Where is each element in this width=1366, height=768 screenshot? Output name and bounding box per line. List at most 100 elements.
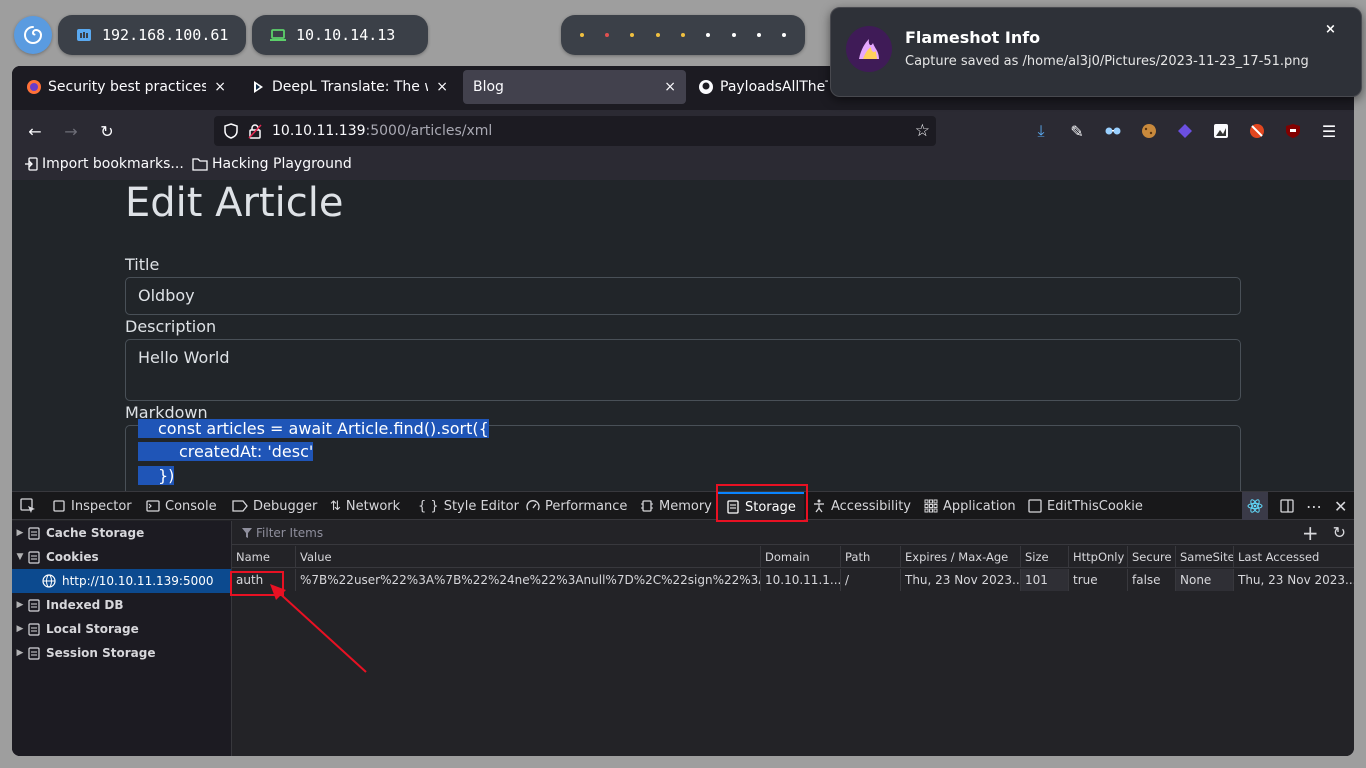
sidebar-item-cache-storage[interactable]: ▶ Cache Storage: [12, 521, 231, 545]
refresh-icon[interactable]: ↻: [1333, 523, 1346, 542]
workspace-dot[interactable]: [604, 33, 609, 37]
workspace-dot[interactable]: [630, 33, 635, 37]
more-options-icon[interactable]: ⋯: [1306, 492, 1322, 520]
forward-arrow-icon[interactable]: →: [60, 120, 82, 142]
vpn-ip-text: 10.10.14.13: [296, 26, 396, 44]
cell-secure[interactable]: false: [1128, 569, 1176, 591]
tab-blog[interactable]: Blog ×: [463, 70, 686, 104]
column-header[interactable]: Domain: [761, 546, 841, 568]
shield-icon[interactable]: [224, 123, 238, 139]
workspace-switcher[interactable]: [561, 15, 805, 55]
network-icon: [76, 28, 92, 42]
description-textarea[interactable]: Hello World: [125, 339, 1241, 401]
column-header[interactable]: Last Accessed: [1234, 546, 1354, 568]
back-arrow-icon[interactable]: ←: [24, 120, 46, 142]
storage-tab-highlight: [716, 484, 808, 522]
workspace-dot[interactable]: [731, 33, 736, 37]
tab-payloads[interactable]: PayloadsAllTheTh: [688, 70, 838, 104]
debugger-icon: [232, 500, 248, 512]
sidebar-item-local-storage[interactable]: ▶ Local Storage: [12, 617, 231, 641]
filter-icon: [242, 527, 252, 538]
tab-application[interactable]: Application: [924, 492, 1016, 520]
cell-path[interactable]: /: [841, 569, 901, 591]
cell-size[interactable]: 101: [1021, 569, 1069, 591]
workspace-dot[interactable]: [579, 33, 584, 37]
flameshot-notification[interactable]: Flameshot Info Capture saved as /home/al…: [830, 7, 1362, 97]
add-item-icon[interactable]: +: [1302, 521, 1319, 545]
tab-console[interactable]: Console: [146, 492, 217, 520]
extensions-icon[interactable]: ✎: [1066, 120, 1088, 142]
close-tab-icon[interactable]: ×: [214, 79, 226, 95]
column-header[interactable]: Value: [296, 546, 761, 568]
cell-expires[interactable]: Thu, 23 Nov 2023...: [901, 569, 1021, 591]
devtools-panel: Inspector Console Debugger ⇅ Network { } S…: [12, 484, 1354, 756]
dock-side-icon[interactable]: [1280, 492, 1294, 520]
extension-shield-icon[interactable]: [1246, 120, 1268, 142]
workspace-dot[interactable]: [680, 33, 685, 37]
sidebar-item-origin[interactable]: http://10.10.11.139:5000: [12, 569, 231, 593]
page-content: Edit Article Title Oldboy Description He…: [12, 180, 1354, 491]
element-picker-icon[interactable]: [20, 492, 36, 520]
tab-memory[interactable]: Memory: [640, 492, 712, 520]
column-header[interactable]: SameSite: [1176, 546, 1234, 568]
cell-domain[interactable]: 10.10.11.1...: [761, 569, 841, 591]
sidebar-item-indexed-db[interactable]: ▶ Indexed DB: [12, 593, 231, 617]
tab-editthiscookie[interactable]: EditThisCookie: [1028, 492, 1143, 520]
globe-icon: [42, 574, 56, 588]
markdown-line: }): [138, 466, 175, 485]
notification-title: Flameshot Info: [905, 28, 1041, 47]
extension-hexagon-icon[interactable]: [1174, 120, 1196, 142]
local-ip-pill[interactable]: 192.168.100.61: [58, 15, 246, 55]
tab-performance[interactable]: Performance: [526, 492, 627, 520]
tab-security-best-practices[interactable]: Security best practices | ×: [16, 70, 236, 104]
tab-network[interactable]: ⇅ Network: [330, 492, 400, 520]
sidebar-item-cookies[interactable]: ▼ Cookies: [12, 545, 231, 569]
workspace-dot[interactable]: [782, 33, 787, 37]
downloads-icon[interactable]: ⤓: [1030, 120, 1052, 142]
workspace-dot[interactable]: [706, 33, 711, 37]
react-icon[interactable]: [1242, 492, 1268, 520]
hamburger-menu-icon[interactable]: ☰: [1318, 120, 1340, 142]
bookmark-folder-hacking[interactable]: Hacking Playground: [192, 156, 352, 172]
column-header[interactable]: Secure: [1128, 546, 1176, 568]
tab-inspector[interactable]: Inspector: [52, 492, 132, 520]
column-header[interactable]: Path: [841, 546, 901, 568]
extension-image-icon[interactable]: [1210, 120, 1232, 142]
column-header[interactable]: HttpOnly: [1069, 546, 1128, 568]
system-menu-button[interactable]: [14, 16, 52, 54]
bookmark-import[interactable]: Import bookmarks...: [24, 156, 184, 172]
reload-icon[interactable]: ↻: [96, 120, 118, 142]
url-host: 10.10.11.139: [272, 123, 366, 139]
cell-last-accessed[interactable]: Thu, 23 Nov 2023...: [1234, 569, 1354, 591]
description-label: Description: [125, 317, 217, 336]
extension-glasses-icon[interactable]: [1102, 120, 1124, 142]
storage-sidebar: ▶ Cache Storage ▼ Cookies http://10.10.11.…: [12, 521, 232, 756]
vpn-ip-pill[interactable]: 10.10.14.13: [252, 15, 428, 55]
column-header[interactable]: Size: [1021, 546, 1069, 568]
url-bar[interactable]: 10.10.11.139:5000/articles/xml ☆: [214, 116, 936, 146]
close-icon[interactable]: ×: [1325, 22, 1336, 37]
tab-accessibility[interactable]: Accessibility: [812, 492, 911, 520]
column-header[interactable]: Expires / Max-Age: [901, 546, 1021, 568]
cookie-icon[interactable]: [1138, 120, 1160, 142]
filter-input[interactable]: Filter Items: [256, 526, 1302, 540]
cell-httponly[interactable]: true: [1069, 569, 1128, 591]
workspace-dot[interactable]: [655, 33, 660, 37]
tab-deepl[interactable]: DeepL Translate: The wo ×: [240, 70, 458, 104]
close-tab-icon[interactable]: ×: [436, 79, 448, 95]
tab-style-editor[interactable]: { } Style Editor: [418, 492, 519, 520]
close-tab-icon[interactable]: ×: [664, 79, 676, 95]
column-header[interactable]: Name: [232, 546, 296, 568]
sidebar-item-session-storage[interactable]: ▶ Session Storage: [12, 641, 231, 665]
filter-bar: Filter Items + ↻: [232, 521, 1354, 545]
close-devtools-icon[interactable]: ✕: [1334, 492, 1347, 520]
lock-icon[interactable]: [248, 123, 262, 139]
ublock-icon[interactable]: [1282, 120, 1304, 142]
title-input[interactable]: Oldboy: [125, 277, 1241, 315]
storage-icon: [28, 622, 40, 636]
tab-debugger[interactable]: Debugger: [232, 492, 317, 520]
bookmark-star-icon[interactable]: ☆: [915, 121, 930, 141]
deepl-icon: [250, 79, 266, 95]
workspace-dot[interactable]: [756, 33, 761, 37]
cell-samesite[interactable]: None: [1176, 569, 1234, 591]
